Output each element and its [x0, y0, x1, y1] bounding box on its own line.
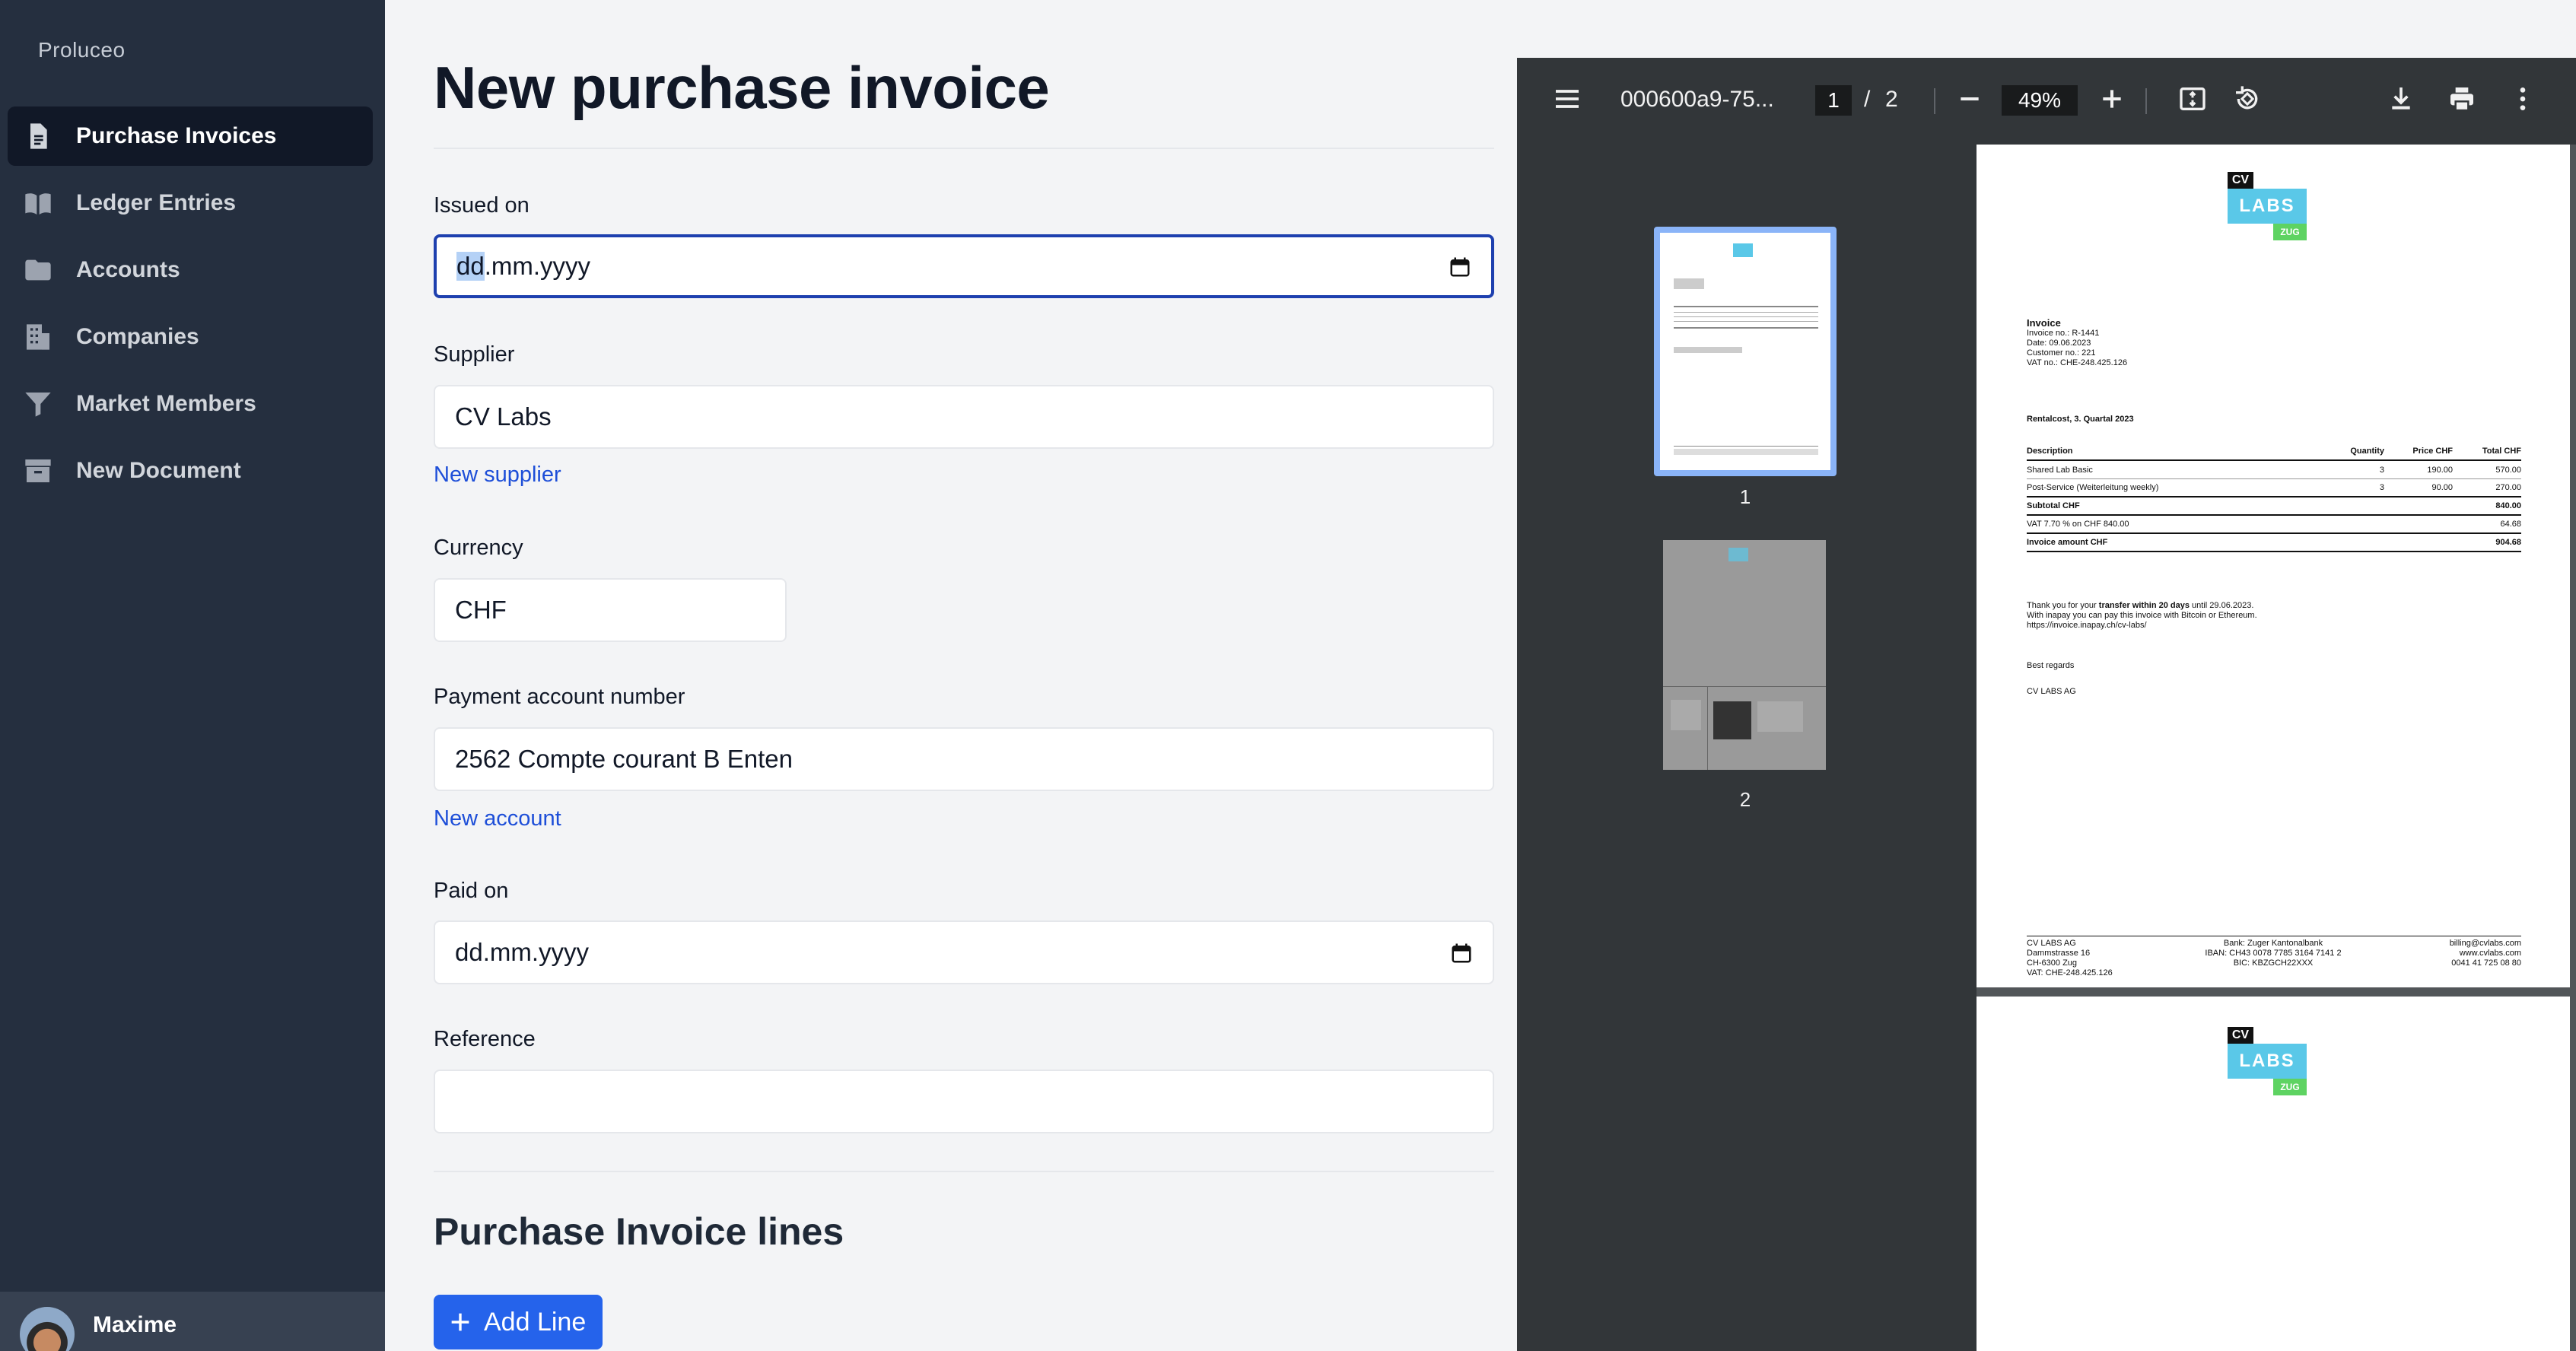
thumbnail-preview [1674, 243, 1818, 455]
supplier-value: CV Labs [455, 402, 552, 431]
folder-icon [25, 259, 51, 281]
sidebar-item-accounts[interactable]: Accounts [8, 240, 373, 300]
page-number-input[interactable]: 1 [1815, 85, 1852, 116]
footer-bank: Bank: Zuger Kantonalbank IBAN: CH43 0078… [2205, 939, 2342, 968]
archive-icon [25, 459, 51, 482]
sidebar-item-label: Companies [76, 324, 199, 349]
lines-section-title: Purchase Invoice lines [434, 1210, 844, 1253]
currency-label: Currency [434, 536, 523, 560]
main-content: New purchase invoice Issued on dd .mm.yyy… [385, 0, 1515, 1351]
issued-on-rest[interactable]: .mm.yyyy [485, 252, 590, 281]
document-icon [30, 123, 47, 149]
sidebar-item-label: New Document [76, 458, 241, 483]
sidebar-item-new-document[interactable]: New Document [8, 441, 373, 501]
paid-on-label: Paid on [434, 879, 509, 903]
pdf-page-2: CV LABS ZUG [1977, 997, 2570, 1351]
page-total: 2 [1885, 87, 1898, 112]
funnel-icon [25, 393, 51, 417]
page-title: New purchase invoice [434, 54, 1050, 121]
thumbnail-number: 1 [1739, 485, 1751, 508]
reference-label: Reference [434, 1027, 536, 1051]
footer-contact: billing@cvlabs.com www.cvlabs.com 0041 4… [2449, 939, 2521, 968]
new-supplier-link[interactable]: New supplier [434, 463, 561, 488]
new-account-link[interactable]: New account [434, 806, 561, 831]
sidebar-item-purchase-invoices[interactable]: Purchase Invoices [8, 106, 373, 166]
sidebar: Proluceo Purchase Invoices Ledger Entrie… [0, 0, 385, 1351]
footer-address: CV LABS AG Dammstrasse 16 CH-6300 Zug VA… [2027, 939, 2113, 977]
calendar-icon[interactable] [1449, 256, 1471, 278]
payment-account-value: 2562 Compte courant B Enten [455, 745, 793, 773]
sidebar-item-label: Purchase Invoices [76, 123, 277, 148]
supplier-label: Supplier [434, 342, 515, 367]
add-line-label: Add Line [484, 1307, 587, 1337]
pdf-toolbar: 000600a9-75... 1 / 2 49% [1517, 58, 2576, 145]
thumbnail-number: 2 [1739, 788, 1751, 811]
issued-on-input[interactable]: dd .mm.yyyy [434, 234, 1494, 298]
sidebar-item-market-members[interactable]: Market Members [8, 374, 373, 434]
sidebar-nav: Purchase Invoices Ledger Entries Account… [8, 106, 373, 508]
fit-page-icon[interactable] [2177, 84, 2208, 114]
zoom-out-icon[interactable] [1954, 84, 1985, 114]
pdf-title: 000600a9-75... [1620, 87, 1774, 112]
payment-note: Thank you for your transfer within 20 da… [2027, 601, 2257, 630]
supplier-select[interactable]: CV Labs [434, 385, 1494, 449]
divider [2145, 88, 2147, 114]
plus-icon [451, 1313, 469, 1331]
avatar [20, 1307, 75, 1351]
payment-account-label: Payment account number [434, 685, 685, 709]
payment-account-select[interactable]: 2562 Compte courant B Enten [434, 727, 1494, 791]
page-thumbnail-2[interactable] [1663, 540, 1826, 770]
page-separator: / [1864, 87, 1871, 112]
zoom-in-icon[interactable] [2097, 84, 2127, 114]
sidebar-item-ledger-entries[interactable]: Ledger Entries [8, 173, 373, 233]
rotate-icon[interactable] [2232, 84, 2263, 114]
paid-on-value: dd.mm.yyyy [455, 938, 590, 966]
app-brand: Proluceo [38, 38, 126, 62]
invoice-heading: Invoice [2027, 317, 2061, 329]
add-line-button[interactable]: Add Line [434, 1295, 603, 1349]
divider [434, 1171, 1494, 1172]
issued-on-day-segment[interactable]: dd [456, 252, 485, 281]
print-icon[interactable] [2447, 84, 2477, 114]
zoom-input[interactable]: 49% [2002, 85, 2078, 116]
divider [434, 148, 1494, 149]
page-thumbnail-1[interactable] [1654, 227, 1837, 476]
pdf-page-1: CV LABS ZUG Invoice Invoice no.: R-1441 … [1977, 145, 2570, 987]
sidebar-item-label: Ledger Entries [76, 190, 237, 215]
thumbnail-preview [1663, 548, 1826, 770]
invoice-table: Description Quantity Price CHF Total CHF Sh… [2027, 443, 2521, 552]
calendar-icon[interactable] [1450, 942, 1473, 965]
currency-value: CHF [455, 596, 507, 624]
reference-input[interactable] [434, 1070, 1494, 1133]
currency-select[interactable]: CHF [434, 578, 787, 642]
download-icon[interactable] [2386, 84, 2416, 114]
sidebar-item-label: Market Members [76, 391, 256, 416]
pdf-viewer: 000600a9-75... 1 / 2 49% 1 2 CV LABS ZUG… [1517, 58, 2576, 1351]
thumbnail-pane: 1 2 [1517, 145, 1977, 1351]
sidebar-item-label: Accounts [76, 257, 180, 282]
user-menu[interactable]: Maxime [0, 1292, 385, 1351]
menu-icon[interactable] [1552, 84, 1582, 114]
more-options-icon[interactable] [2508, 84, 2538, 114]
invoice-meta: Invoice no.: R-1441 Date: 09.06.2023 Cus… [2027, 329, 2128, 367]
book-icon [25, 193, 51, 215]
sidebar-item-companies[interactable]: Companies [8, 307, 373, 367]
signature-company: CV LABS AG [2027, 687, 2076, 696]
divider [1934, 88, 1935, 114]
paid-on-input[interactable]: dd.mm.yyyy [434, 920, 1494, 984]
invoice-subject: Rentalcost, 3. Quartal 2023 [2027, 415, 2134, 424]
issued-on-label: Issued on [434, 193, 530, 218]
building-icon [27, 324, 49, 350]
user-name: Maxime [93, 1312, 177, 1337]
regards-text: Best regards [2027, 661, 2075, 670]
